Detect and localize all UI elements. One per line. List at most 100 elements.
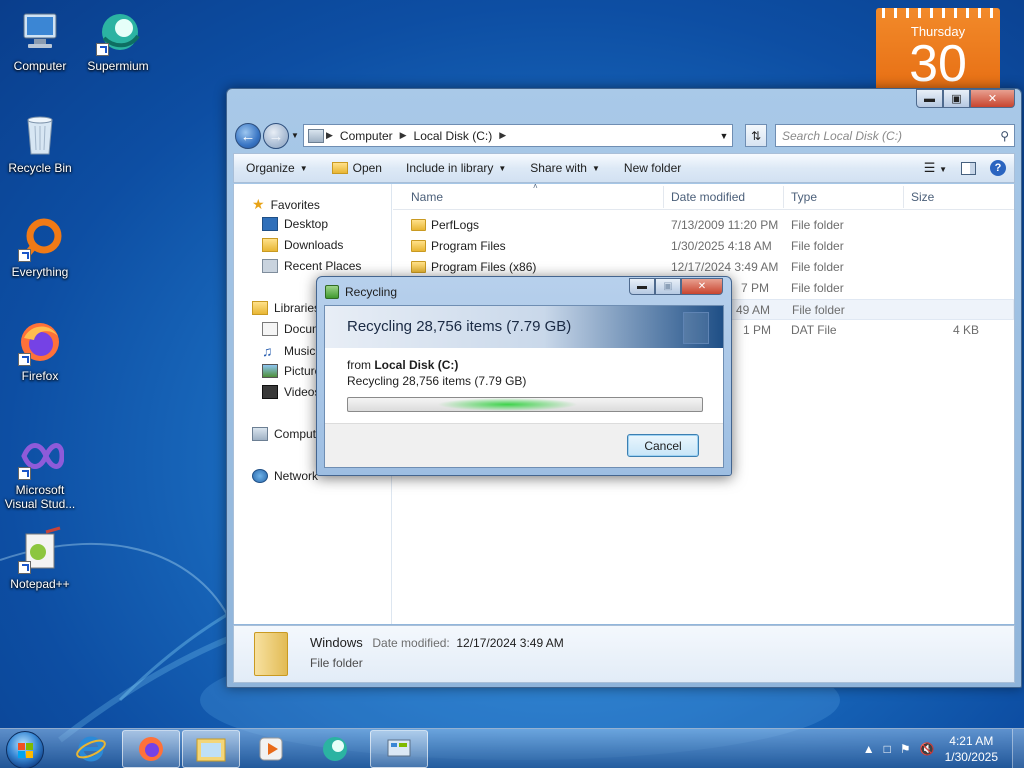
help-icon[interactable]: ?: [990, 160, 1006, 176]
dialog-from-location: Local Disk (C:): [374, 358, 459, 372]
show-hidden-icons-icon[interactable]: ▲: [863, 742, 875, 756]
change-view-icon[interactable]: ☰ ▼: [924, 160, 947, 176]
nav-videos[interactable]: Videos: [262, 385, 320, 399]
supermium-icon: [323, 737, 347, 761]
breadcrumb-local-disk[interactable]: Local Disk (C:): [409, 129, 498, 143]
column-divider[interactable]: [903, 186, 904, 208]
dialog-status: Recycling 28,756 items (7.79 GB): [347, 374, 527, 388]
desktop-icon-everything[interactable]: Everything: [0, 214, 80, 279]
details-type: File folder: [310, 656, 363, 670]
nav-network[interactable]: Network: [252, 469, 318, 483]
search-input[interactable]: Search Local Disk (C:) ⚲: [775, 124, 1015, 147]
firefox-icon: [139, 737, 163, 761]
include-label: Include in library: [405, 161, 494, 175]
computer-small-icon: [252, 427, 268, 441]
shortcut-arrow-icon: [18, 467, 31, 480]
breadcrumb-computer[interactable]: Computer: [335, 129, 398, 143]
nav-libraries[interactable]: Libraries: [252, 301, 320, 315]
preview-pane-icon[interactable]: [961, 161, 976, 175]
volume-muted-icon[interactable]: 🔇: [920, 742, 935, 756]
desktop-icon-visual-studio[interactable]: Microsoft Visual Stud...: [0, 432, 80, 511]
minimize-button[interactable]: ▬: [916, 89, 943, 108]
recent-places-icon: [262, 259, 278, 273]
refresh-button[interactable]: ⇅: [745, 124, 767, 147]
computer-icon: [16, 8, 64, 56]
dialog-title: Recycling: [345, 285, 398, 299]
address-bar[interactable]: ▶ Computer ▶ Local Disk (C:) ▶ ▼: [303, 124, 733, 147]
new-folder-button[interactable]: New folder: [612, 161, 693, 175]
start-button[interactable]: [6, 731, 44, 768]
organize-button[interactable]: Organize ▼: [234, 161, 320, 175]
desktop-icon-firefox[interactable]: Firefox: [0, 318, 80, 383]
desktop-icon-recycle-bin[interactable]: Recycle Bin: [0, 110, 80, 175]
clock[interactable]: 4:21 AM 1/30/2025: [945, 733, 998, 765]
column-header-size[interactable]: Size: [911, 190, 934, 204]
system-tray: ▲ □ ⚑ 🔇 4:21 AM 1/30/2025: [854, 729, 1024, 768]
back-button[interactable]: ←: [235, 123, 261, 149]
breadcrumb-separator-icon[interactable]: ▶: [497, 130, 508, 141]
computer-small-icon: [308, 128, 324, 143]
dialog-minimize-button[interactable]: ▬: [629, 278, 655, 295]
file-row[interactable]: Program Files 1/30/2025 4:18 AM File fol…: [393, 236, 1014, 257]
include-in-library-button[interactable]: Include in library ▼: [394, 161, 518, 175]
search-icon[interactable]: ⚲: [1000, 129, 1009, 143]
cancel-button[interactable]: Cancel: [627, 434, 699, 457]
recent-pages-chevron-icon[interactable]: ▼: [291, 131, 299, 140]
progress-glow: [436, 398, 579, 411]
forward-button[interactable]: →: [263, 123, 289, 149]
media-player-icon: [259, 737, 283, 761]
nav-computer[interactable]: Comput: [252, 427, 316, 441]
show-desktop-button[interactable]: [1012, 729, 1024, 768]
nav-documents[interactable]: Docum: [262, 322, 322, 336]
dialog-body: Recycling 28,756 items (7.79 GB) from Lo…: [324, 305, 724, 468]
close-button[interactable]: ✕: [970, 89, 1015, 108]
column-divider[interactable]: [783, 186, 784, 208]
recycle-bin-icon: [16, 110, 64, 158]
taskbar-media-player[interactable]: [242, 730, 300, 768]
dialog-header-text: Recycling 28,756 items (7.79 GB): [347, 318, 572, 335]
details-modified-value: 12/17/2024 3:49 AM: [456, 636, 564, 650]
forward-arrow-icon: →: [268, 127, 284, 145]
column-header-type[interactable]: Type: [791, 190, 817, 204]
address-dropdown-icon[interactable]: ▼: [716, 131, 732, 141]
file-row[interactable]: Program Files (x86) 12/17/2024 3:49 AM F…: [393, 257, 1014, 278]
nav-downloads[interactable]: Downloads: [262, 238, 343, 252]
network-tray-icon[interactable]: □: [884, 742, 891, 756]
column-header-name[interactable]: Name: [411, 190, 443, 204]
recycling-dialog[interactable]: Recycling ▬ ▣ ✕ Recycling 28,756 items (…: [316, 276, 732, 476]
notepad-plus-plus-icon: [16, 526, 64, 574]
file-row[interactable]: PerfLogs 7/13/2009 11:20 PM File folder: [393, 215, 1014, 236]
nav-desktop[interactable]: Desktop: [262, 217, 328, 231]
desktop-icon-computer[interactable]: Computer: [0, 8, 80, 73]
share-with-button[interactable]: Share with ▼: [518, 161, 612, 175]
nav-music[interactable]: ♫ Music: [262, 343, 315, 359]
breadcrumb-separator-icon[interactable]: ▶: [398, 130, 409, 141]
action-center-flag-icon[interactable]: ⚑: [900, 742, 911, 756]
windows-logo-icon: [18, 743, 33, 758]
column-header-date[interactable]: Date modified: [671, 190, 745, 204]
maximize-icon: ▣: [663, 281, 673, 292]
taskbar-internet-explorer[interactable]: [62, 730, 120, 768]
desktop-icon-notepad-plus-plus[interactable]: Notepad++: [0, 526, 80, 591]
nav-favorites[interactable]: ★ Favorites: [252, 196, 320, 213]
nav-recent-places[interactable]: Recent Places: [262, 259, 361, 273]
chevron-down-icon: ▼: [299, 163, 308, 173]
file-name: Program Files: [431, 239, 506, 253]
firefox-icon: [16, 318, 64, 366]
desktop-icon-supermium[interactable]: Supermium: [78, 8, 158, 73]
taskbar-supermium[interactable]: [306, 730, 364, 768]
close-icon: ✕: [987, 93, 998, 105]
open-button[interactable]: Open: [320, 161, 394, 175]
breadcrumb-separator-icon[interactable]: ▶: [324, 130, 335, 141]
control-panel-icon: [387, 739, 411, 757]
refresh-icon: ⇅: [750, 128, 762, 143]
nav-pictures[interactable]: Picture: [262, 364, 321, 378]
column-divider[interactable]: [663, 186, 664, 208]
taskbar-control-panel[interactable]: [370, 730, 428, 768]
internet-explorer-icon: [76, 736, 106, 762]
taskbar-explorer[interactable]: [182, 730, 240, 768]
taskbar-firefox[interactable]: [122, 730, 180, 768]
dialog-close-button[interactable]: ✕: [681, 278, 723, 295]
file-name: PerfLogs: [431, 218, 480, 232]
maximize-button[interactable]: ▣: [943, 89, 970, 108]
